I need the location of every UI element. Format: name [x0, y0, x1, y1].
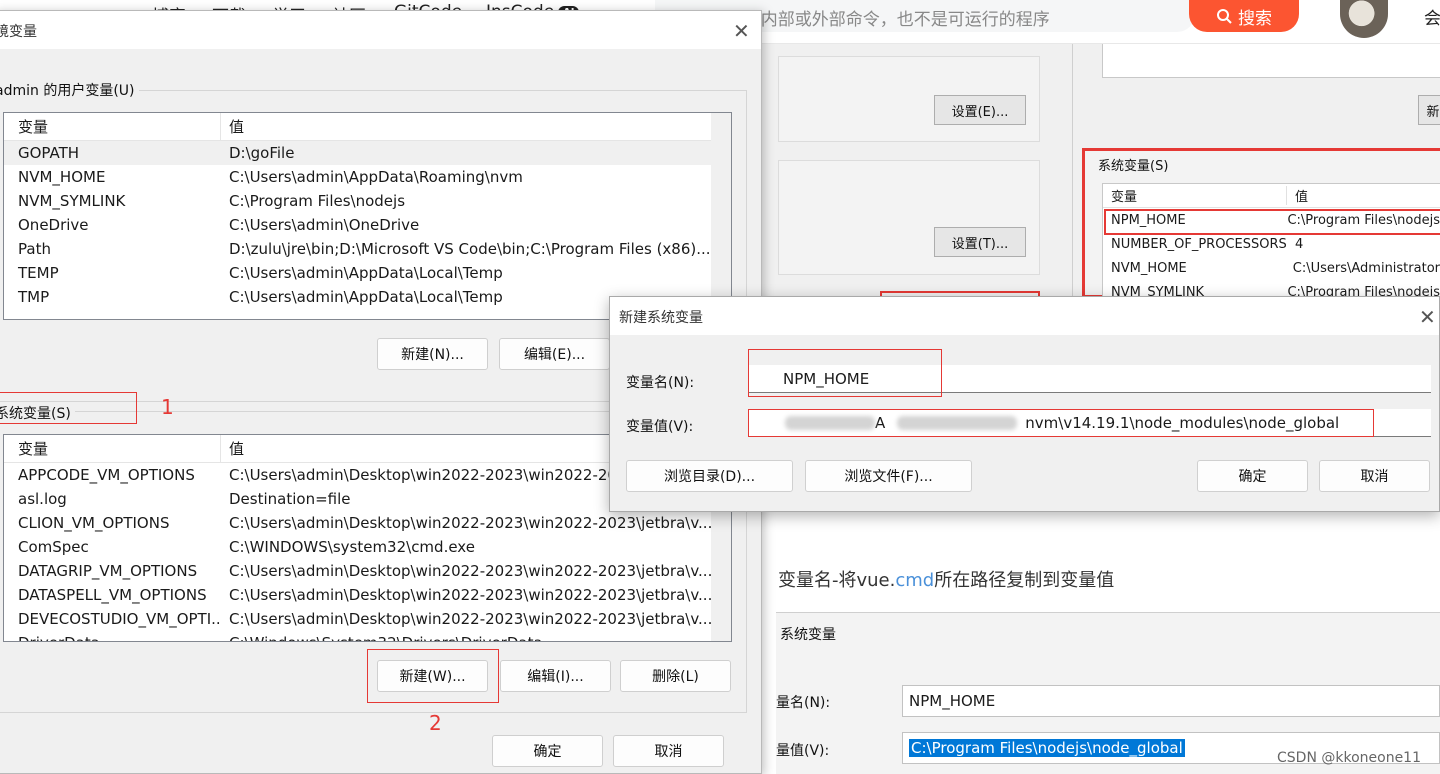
- sub-value-label: 量值(V):: [776, 743, 830, 759]
- dialog-title: 境变量: [0, 24, 37, 40]
- close-icon[interactable]: ✕: [733, 21, 750, 41]
- article-instruction: 变量名-将vue.cmd所在路径复制到变量值: [778, 570, 1115, 591]
- table-row[interactable]: NUMBER_OF_PROCESSORS 4: [1103, 232, 1440, 256]
- annotation-1: 1: [161, 395, 174, 419]
- bg-user-list: [1102, 44, 1440, 78]
- user-edit-button[interactable]: 编辑(E)...: [499, 338, 610, 370]
- set-t-button[interactable]: 设置(T)...: [934, 227, 1026, 257]
- annotation-box: [748, 349, 942, 397]
- variable-name-label: 变量名(N):: [626, 375, 695, 391]
- user-vars-list[interactable]: 变量 值 GOPATH D:\goFile NVM_HOME C:\Users\ad…: [3, 112, 732, 320]
- table-row[interactable]: DATAGRIP_VM_OPTIONS C:\Users\admin\Deskto…: [4, 559, 731, 583]
- set-e-button[interactable]: 设置(E)...: [934, 95, 1026, 125]
- user-menu[interactable]: 会: [1424, 4, 1440, 29]
- browse-directory-button[interactable]: 浏览目录(D)...: [626, 460, 793, 492]
- cancel-button[interactable]: 取消: [613, 735, 724, 767]
- dialog-title: 新建系统变量: [619, 310, 703, 326]
- annotation-2: 2: [429, 711, 442, 735]
- browse-file-button[interactable]: 浏览文件(F)...: [805, 460, 972, 492]
- watermark: CSDN @kkoneone11: [1277, 750, 1421, 766]
- sub-name-label: 量名(N):: [776, 695, 831, 711]
- table-row[interactable]: DriverDataC:\Windows\System32\Drivers\Dr…: [4, 631, 731, 641]
- bg-sys-label: 系统变量(S): [1098, 159, 1169, 174]
- bg-new-button[interactable]: 新: [1418, 95, 1440, 125]
- table-row[interactable]: DATASPELL_VM_OPTIONS C:\Users\admin\Deskt…: [4, 583, 731, 607]
- user-new-button[interactable]: 新建(N)...: [377, 338, 488, 370]
- table-row[interactable]: GOPATH D:\goFile: [4, 141, 731, 165]
- annotation-box: [0, 392, 137, 424]
- table-row[interactable]: NVM_HOME C:\Users\Administrator: [1103, 256, 1440, 280]
- table-header: 变量 值: [4, 113, 731, 141]
- user-vars-label: admin 的用户变量(U): [0, 80, 139, 100]
- table-row[interactable]: Path D:\zulu\jre\bin;D:\Microsoft VS Code…: [4, 237, 731, 261]
- cancel-button[interactable]: 取消: [1319, 460, 1430, 492]
- close-icon[interactable]: ✕: [1419, 307, 1436, 327]
- sys-edit-button[interactable]: 编辑(I)...: [500, 660, 611, 692]
- bg-sys-table: 变量 值 NPM_HOME C:\Program Files\nodejs NUM…: [1102, 183, 1440, 298]
- search-icon: [1217, 9, 1232, 24]
- ok-button[interactable]: 确定: [492, 735, 603, 767]
- new-system-variable-dialog: 新建系统变量 ✕ 变量名(N): NPM_HOME 变量值(V): A nvm\…: [609, 296, 1440, 512]
- variable-value-label: 变量值(V):: [626, 419, 694, 435]
- sys-delete-button[interactable]: 删除(L): [620, 660, 731, 692]
- ok-button[interactable]: 确定: [1197, 460, 1308, 492]
- table-row[interactable]: NVM_HOME C:\Users\admin\AppData\Roaming\n…: [4, 165, 731, 189]
- search-button[interactable]: 搜索: [1189, 0, 1299, 32]
- annotation-box: [367, 649, 499, 703]
- table-row[interactable]: ComSpec C:\WINDOWS\system32\cmd.exe: [4, 535, 731, 559]
- dialog-titlebar: 新建系统变量 ✕: [610, 297, 1439, 335]
- table-header: 变量 值: [1103, 184, 1440, 208]
- table-row[interactable]: OneDrive C:\Users\admin\OneDrive: [4, 213, 731, 237]
- scrollbar[interactable]: [711, 113, 731, 319]
- annotation-box: [748, 409, 1374, 437]
- annotation-box: [1104, 209, 1440, 235]
- table-row[interactable]: CLION_VM_OPTIONS C:\Users\admin\Desktop\w…: [4, 511, 731, 535]
- table-row[interactable]: NVM_SYMLINK C:\Program Files\nodejs: [4, 189, 731, 213]
- table-row[interactable]: DEVECOSTUDIO_VM_OPTI... C:\Users\admin\De…: [4, 607, 731, 631]
- dialog-titlebar: 境变量 ✕: [0, 11, 761, 49]
- search-button-label: 搜索: [1238, 8, 1272, 29]
- table-row[interactable]: TEMP C:\Users\admin\AppData\Local\Temp: [4, 261, 731, 285]
- sub-window-title: 系统变量: [780, 627, 836, 643]
- bg-group-2: [778, 160, 1040, 275]
- sub-name-field[interactable]: NPM_HOME: [902, 685, 1440, 717]
